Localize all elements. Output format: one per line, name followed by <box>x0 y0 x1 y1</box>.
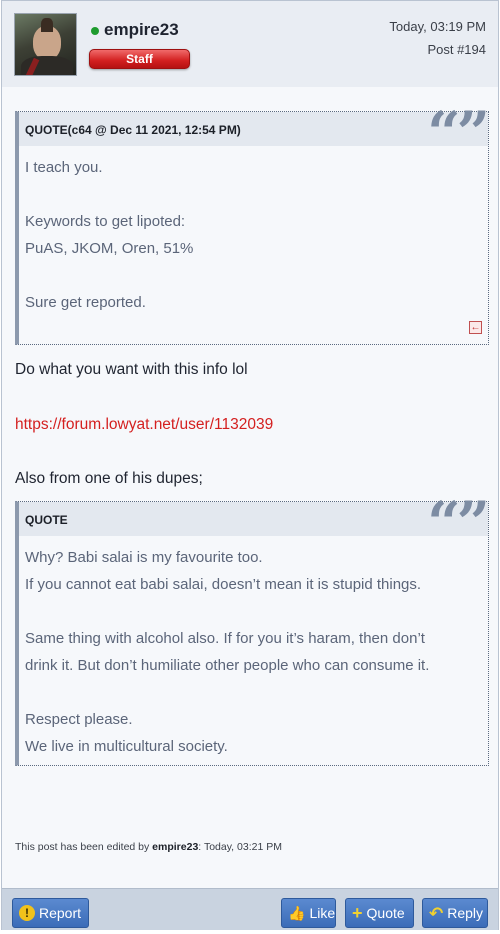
quote-line: drink it. But don’t humiliate other peop… <box>25 657 430 674</box>
quote-line: PuAS, JKOM, Oren, 51% <box>25 240 194 257</box>
quote-marks-icon: “” <box>427 489 490 557</box>
avatar[interactable] <box>14 13 77 76</box>
edit-note: This post has been edited by empire23: T… <box>15 841 282 853</box>
post-actions-bar: ! Report 👍 Like + Quote ↶ Reply <box>2 888 498 930</box>
post-header: empire23 Staff Today, 03:19 PM Post #194 <box>2 1 498 87</box>
warning-icon: ! <box>19 905 35 921</box>
post-container: empire23 Staff Today, 03:19 PM Post #194… <box>1 0 499 930</box>
editor-name[interactable]: empire23 <box>152 841 198 853</box>
quote-line: Sure get reported. <box>25 294 146 311</box>
quote-line: I teach you. <box>25 159 103 176</box>
quote-title: QUOTE <box>25 513 68 527</box>
quote-title: QUOTE(c64 @ Dec 11 2021, 12:54 PM) <box>25 123 241 137</box>
quote-block: QUOTE(c64 @ Dec 11 2021, 12:54 PM) “” I … <box>15 104 490 345</box>
quote-body: Why? Babi salai is my favourite too. If … <box>19 536 488 760</box>
quote-line: Same thing with alcohol also. If for you… <box>25 630 425 647</box>
reply-arrow-icon: ↶ <box>429 903 444 923</box>
like-button[interactable]: 👍 Like <box>281 898 336 928</box>
thumbs-up-icon: 👍 <box>288 905 306 921</box>
quote-line: Keywords to get lipoted: <box>25 213 186 230</box>
quote-line: We live in multicultural society. <box>25 738 228 755</box>
online-status-icon <box>91 27 99 35</box>
post-text: Also from one of his dupes; <box>15 470 203 487</box>
quote-line: Respect please. <box>25 711 133 728</box>
post-number-link[interactable]: Post #194 <box>427 42 486 57</box>
profile-link[interactable]: https://forum.lowyat.net/user/1132039 <box>15 416 273 434</box>
post-date: Today, 03:19 PM <box>389 19 486 34</box>
quote-button[interactable]: + Quote <box>345 898 414 928</box>
quote-marks-icon: “” <box>427 99 490 167</box>
plus-icon: + <box>352 903 363 923</box>
username-link[interactable]: empire23 <box>104 20 179 40</box>
back-arrow-icon[interactable]: ← <box>469 321 482 334</box>
quote-line: If you cannot eat babi salai, doesn’t me… <box>25 576 422 593</box>
quote-block: QUOTE “” Why? Babi salai is my favourite… <box>15 494 490 766</box>
report-button[interactable]: ! Report <box>12 898 89 928</box>
post-text: Do what you want with this info lol <box>15 361 248 378</box>
staff-badge: Staff <box>89 49 190 69</box>
reply-button[interactable]: ↶ Reply <box>422 898 488 928</box>
quote-header: QUOTE(c64 @ Dec 11 2021, 12:54 PM) “” <box>19 104 490 162</box>
quote-line: Why? Babi salai is my favourite too. <box>25 549 263 566</box>
quote-header: QUOTE “” <box>19 494 490 552</box>
quote-body: I teach you. Keywords to get lipoted: Pu… <box>19 146 488 316</box>
